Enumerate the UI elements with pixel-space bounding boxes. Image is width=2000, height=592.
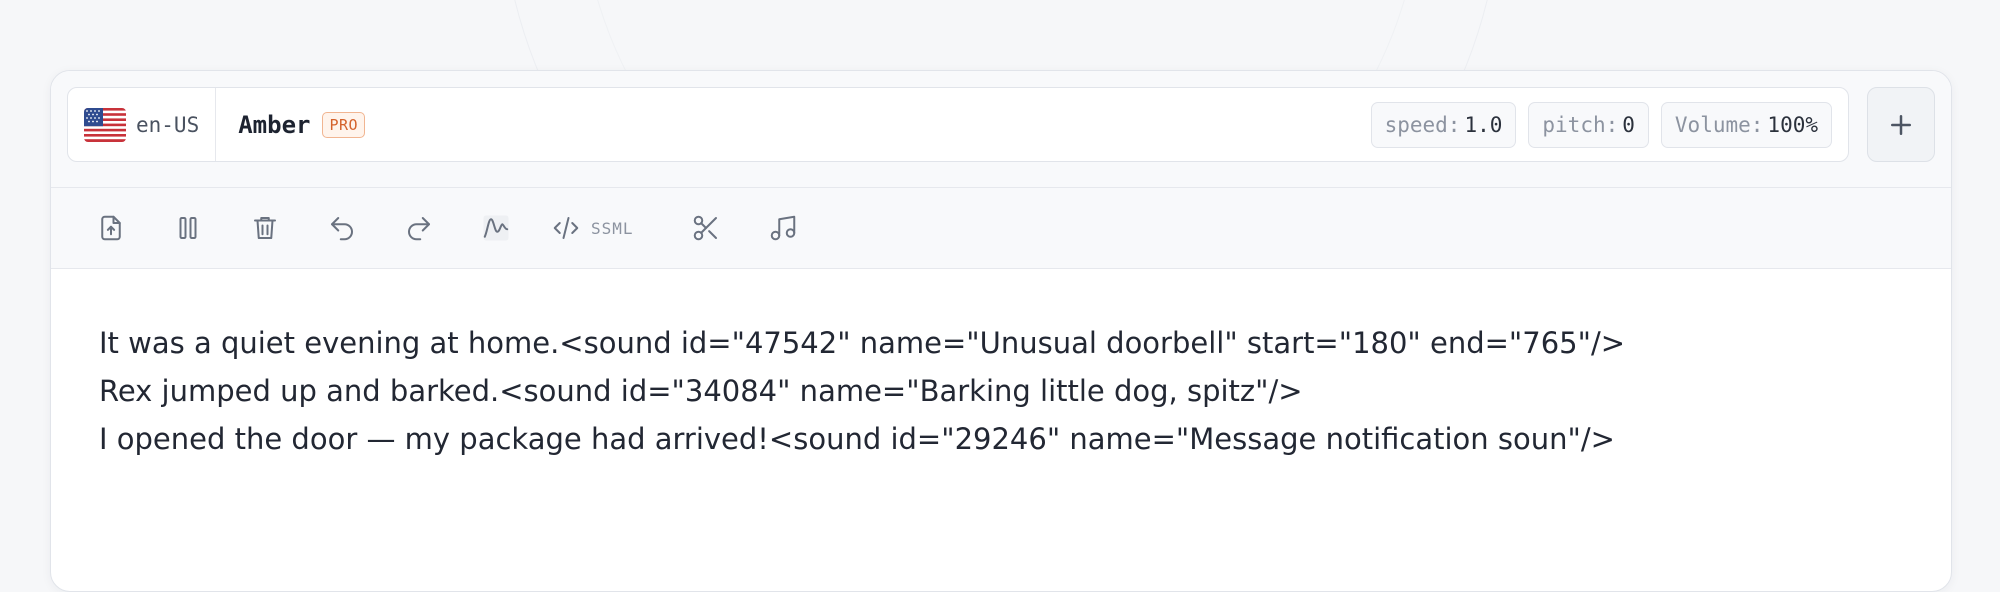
cut-button[interactable] <box>684 206 728 250</box>
ssml-button[interactable]: SSML <box>551 206 634 250</box>
param-label: speed: <box>1384 112 1461 137</box>
music-note-icon <box>770 215 795 241</box>
waveform-icon <box>483 215 509 241</box>
param-value: 0 <box>1622 112 1635 137</box>
param-label: Volume: <box>1674 112 1764 137</box>
upload-file-button[interactable] <box>89 206 133 250</box>
param-label: pitch: <box>1542 112 1619 137</box>
voice-settings-bar[interactable]: en-US Amber PRO speed: 1.0 pitch: 0 Volu… <box>67 87 1849 162</box>
voice-selector[interactable]: Amber PRO <box>216 110 366 139</box>
speed-param[interactable]: speed: 1.0 <box>1370 101 1517 148</box>
param-value: 1.0 <box>1464 112 1503 137</box>
add-voice-button[interactable] <box>1867 87 1935 162</box>
language-code: en-US <box>136 112 200 137</box>
redo-button[interactable] <box>397 206 441 250</box>
us-flag-icon <box>84 107 126 142</box>
text-editor[interactable]: It was a quiet evening at home.<sound id… <box>51 269 1951 513</box>
voice-name: Amber <box>238 110 311 139</box>
editor-line: I opened the door — my package had arriv… <box>99 422 1615 456</box>
ssml-code-icon <box>553 217 579 239</box>
param-value: 100% <box>1767 112 1818 137</box>
pitch-param[interactable]: pitch: 0 <box>1528 101 1649 148</box>
pause-icon <box>179 217 197 239</box>
language-selector[interactable]: en-US <box>68 88 217 161</box>
upload-file-icon <box>101 215 121 241</box>
scissors-icon <box>693 215 717 241</box>
trash-icon <box>254 217 276 239</box>
delete-button[interactable] <box>243 206 287 250</box>
redo-icon <box>408 217 430 241</box>
editor-line: Rex jumped up and barked.<sound id="3408… <box>99 374 1303 408</box>
undo-button[interactable] <box>320 206 364 250</box>
pause-button[interactable] <box>166 206 210 250</box>
editor-line: It was a quiet evening at home.<sound id… <box>99 326 1626 360</box>
voice-header: en-US Amber PRO speed: 1.0 pitch: 0 Volu… <box>51 71 1951 188</box>
ssml-label: SSML <box>591 218 634 238</box>
volume-param[interactable]: Volume: 100% <box>1660 101 1832 148</box>
waveform-button[interactable] <box>474 206 518 250</box>
pro-badge: PRO <box>322 111 366 138</box>
sound-effects-button[interactable] <box>761 206 805 250</box>
undo-icon <box>331 217 353 241</box>
tts-editor-card: en-US Amber PRO speed: 1.0 pitch: 0 Volu… <box>50 70 1952 592</box>
voice-params: speed: 1.0 pitch: 0 Volume: 100% <box>1370 101 1832 148</box>
plus-icon <box>1891 114 1911 135</box>
editor-toolbar: SSML <box>51 188 1951 269</box>
